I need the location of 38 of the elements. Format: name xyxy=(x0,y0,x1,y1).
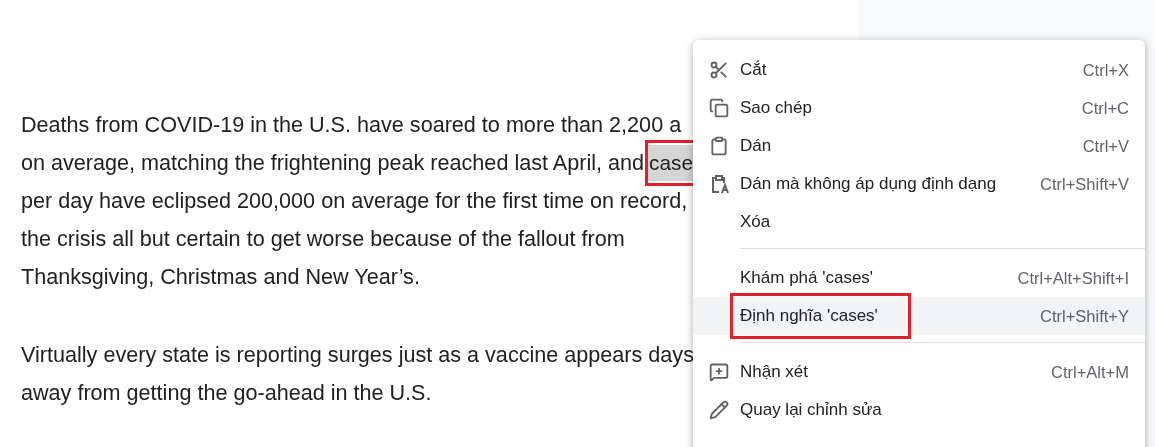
body-text: per day have eclipsed 200,000 on average for the first time on record, xyxy=(21,188,688,214)
menu-item[interactable]: Sao chép Ctrl+C xyxy=(693,89,1145,127)
menu-item[interactable]: Dán Ctrl+V xyxy=(693,127,1145,165)
menu-item[interactable]: Quay lại chỉnh sửa xyxy=(693,391,1145,429)
menu-label: Khám phá 'cases' xyxy=(740,268,874,288)
menu-item[interactable]: Xóa xyxy=(693,203,1145,241)
menu-label: Dán xyxy=(740,136,772,156)
comment-icon xyxy=(709,362,729,382)
shortcut-text: Ctrl+V xyxy=(1082,136,1129,156)
clipboard-icon xyxy=(709,136,729,156)
menu-label: Cắt xyxy=(740,60,767,80)
menu-item[interactable]: Cắt Ctrl+X xyxy=(693,51,1145,89)
shortcut-text: Ctrl+Alt+M xyxy=(1051,362,1129,382)
pencil-icon xyxy=(709,400,729,420)
menu-label: Xóa xyxy=(740,212,771,232)
body-text: Thanksgiving, Christmas and New Year’s. xyxy=(21,264,420,290)
shortcut-text: Ctrl+X xyxy=(1082,60,1129,80)
shortcut-text: Ctrl+C xyxy=(1081,98,1129,118)
clipboard-icon xyxy=(709,173,731,195)
shortcut-text: Ctrl+Shift+V xyxy=(1040,174,1129,194)
menu-item[interactable]: Nhận xét Ctrl+Alt+M xyxy=(693,353,1145,391)
body-text: Deaths from COVID-19 in the U.S. have soared to more than 2,200 a xyxy=(21,112,682,138)
shortcut-text: Ctrl+Shift+Y xyxy=(1040,306,1129,326)
shortcut-text: Ctrl+Alt+Shift+I xyxy=(1017,268,1129,288)
body-text: away from getting the go-ahead in the U.S. xyxy=(21,380,432,406)
selected-word: case xyxy=(648,145,694,181)
menu-label: Sao chép xyxy=(740,98,812,118)
body-text: on average, matching the frightening peak reached last April, and xyxy=(21,150,645,176)
body-text: the crisis all but certain to get worse because of the fallout from xyxy=(21,226,625,252)
menu-item[interactable]: Khám phá 'cases' Ctrl+Alt+Shift+I xyxy=(693,259,1145,297)
menu-label: Quay lại chỉnh sửa xyxy=(740,400,882,420)
menu-item[interactable]: Dán mà không áp dụng định dạng Ctrl+Shift+V xyxy=(693,165,1145,203)
menu-label: Nhận xét xyxy=(740,362,809,382)
menu-label: Định nghĩa 'cases' xyxy=(740,306,878,326)
copy-icon xyxy=(709,98,729,118)
body-text: Virtually every state is reporting surges just as a vaccine appears days xyxy=(21,342,694,368)
scissors-icon xyxy=(709,60,729,80)
menu-label: Dán mà không áp dụng định dạng xyxy=(740,174,997,194)
